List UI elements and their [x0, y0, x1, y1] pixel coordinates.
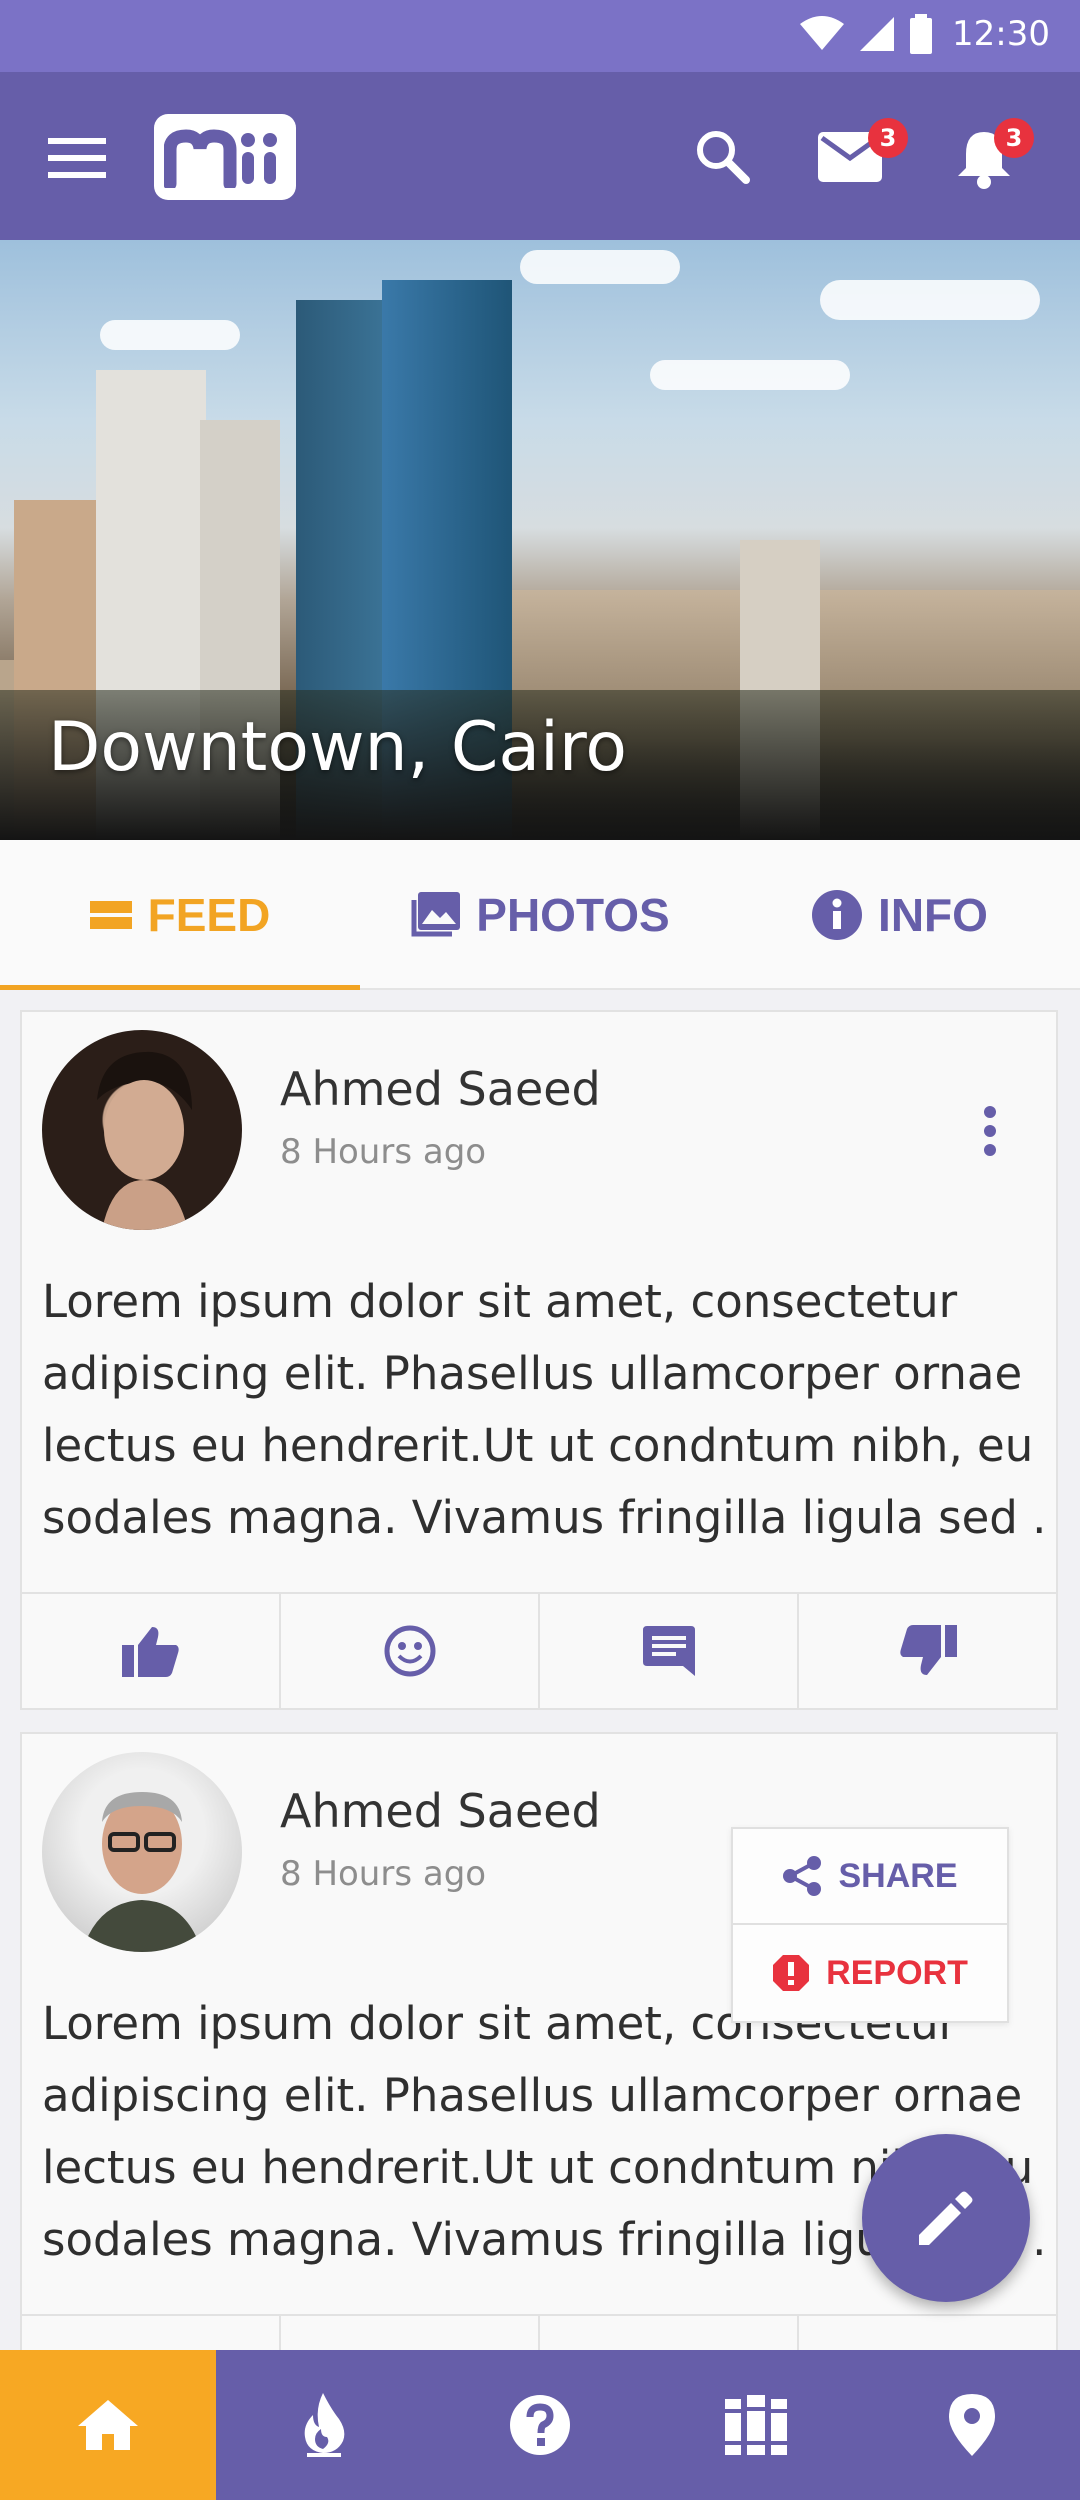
report-label: REPORT — [826, 1953, 968, 1992]
thumbs-up-icon — [121, 1627, 179, 1677]
comment-icon — [642, 1626, 695, 1676]
like-button[interactable] — [22, 1594, 281, 1708]
nav-library[interactable] — [648, 2350, 864, 2500]
react-button[interactable] — [281, 1594, 540, 1708]
hero-banner: Downtown, Cairo — [0, 240, 1080, 840]
post-time: 8 Hours ago — [280, 1132, 487, 1172]
cloud-decoration — [820, 280, 1040, 320]
avatar[interactable] — [42, 1752, 242, 1952]
nav-help[interactable] — [432, 2350, 648, 2500]
battery-icon — [910, 14, 933, 54]
library-icon — [725, 2395, 787, 2455]
notification-badge: 3 — [994, 118, 1034, 158]
tab-photos[interactable]: PHOTOS — [360, 840, 720, 990]
location-pin-icon — [949, 2394, 995, 2456]
tab-bar: FEED PHOTOS INFO — [0, 840, 1080, 990]
active-tab-indicator — [0, 985, 360, 990]
mail-badge: 3 — [868, 118, 908, 158]
hamburger-menu-icon[interactable] — [48, 136, 106, 180]
post-author[interactable]: Ahmed Saeed — [280, 1784, 601, 1838]
nav-home[interactable] — [0, 2350, 216, 2500]
thumbs-down-icon — [899, 1625, 957, 1675]
app-bar: 3 3 — [0, 72, 1080, 240]
status-bar: 12:30 — [0, 0, 1080, 72]
tab-info-label: INFO — [878, 889, 988, 941]
pencil-icon — [919, 2191, 973, 2245]
help-icon — [510, 2395, 570, 2455]
share-label: SHARE — [838, 1856, 958, 1895]
info-icon — [812, 890, 863, 940]
tab-photos-label: PHOTOS — [476, 889, 670, 941]
share-icon — [783, 1856, 822, 1896]
feed-icon — [89, 901, 132, 929]
cloud-decoration — [650, 360, 850, 390]
tab-feed[interactable]: FEED — [0, 840, 360, 990]
cloud-decoration — [520, 250, 680, 284]
compose-button[interactable] — [862, 2134, 1030, 2302]
post-card: Ahmed Saeed 8 Hours ago Lorem ipsum dolo… — [20, 1010, 1058, 1710]
report-menu-item[interactable]: REPORT — [733, 1925, 1007, 2021]
dislike-button[interactable] — [799, 1594, 1056, 1708]
nav-location[interactable] — [864, 2350, 1080, 2500]
avatar-portrait — [97, 1051, 192, 1230]
post-actions — [22, 1592, 1056, 1708]
hero-title: Downtown, Cairo — [48, 708, 627, 787]
share-menu-item[interactable]: SHARE — [733, 1829, 1007, 1925]
comment-button[interactable] — [540, 1594, 799, 1708]
post-options-menu: SHARE REPORT — [731, 1827, 1009, 2023]
tab-info[interactable]: INFO — [720, 840, 1080, 990]
post-author[interactable]: Ahmed Saeed — [280, 1062, 601, 1116]
avatar[interactable] — [42, 1030, 242, 1230]
app-logo[interactable] — [154, 114, 296, 200]
smiley-icon — [384, 1625, 435, 1677]
notifications-button[interactable]: 3 — [956, 118, 1046, 202]
mii-logo-icon — [164, 129, 277, 188]
report-icon — [773, 1955, 810, 1991]
avatar-portrait — [82, 1792, 202, 1952]
search-icon[interactable] — [694, 128, 750, 184]
home-icon — [78, 2400, 138, 2450]
fire-icon — [304, 2393, 345, 2457]
post-time: 8 Hours ago — [280, 1854, 487, 1894]
status-time: 12:30 — [952, 14, 1050, 54]
wifi-icon — [800, 16, 845, 50]
cellular-signal-icon — [860, 17, 895, 51]
post-text: Lorem ipsum dolor sit amet, consectetur … — [42, 1275, 1047, 1544]
tab-feed-label: FEED — [147, 889, 271, 941]
nav-trending[interactable] — [216, 2350, 432, 2500]
bottom-navigation — [0, 2350, 1080, 2500]
more-options-icon[interactable] — [982, 1104, 998, 1158]
cloud-decoration — [100, 320, 240, 350]
photo-icon — [411, 892, 461, 937]
mail-button[interactable]: 3 — [818, 118, 908, 202]
